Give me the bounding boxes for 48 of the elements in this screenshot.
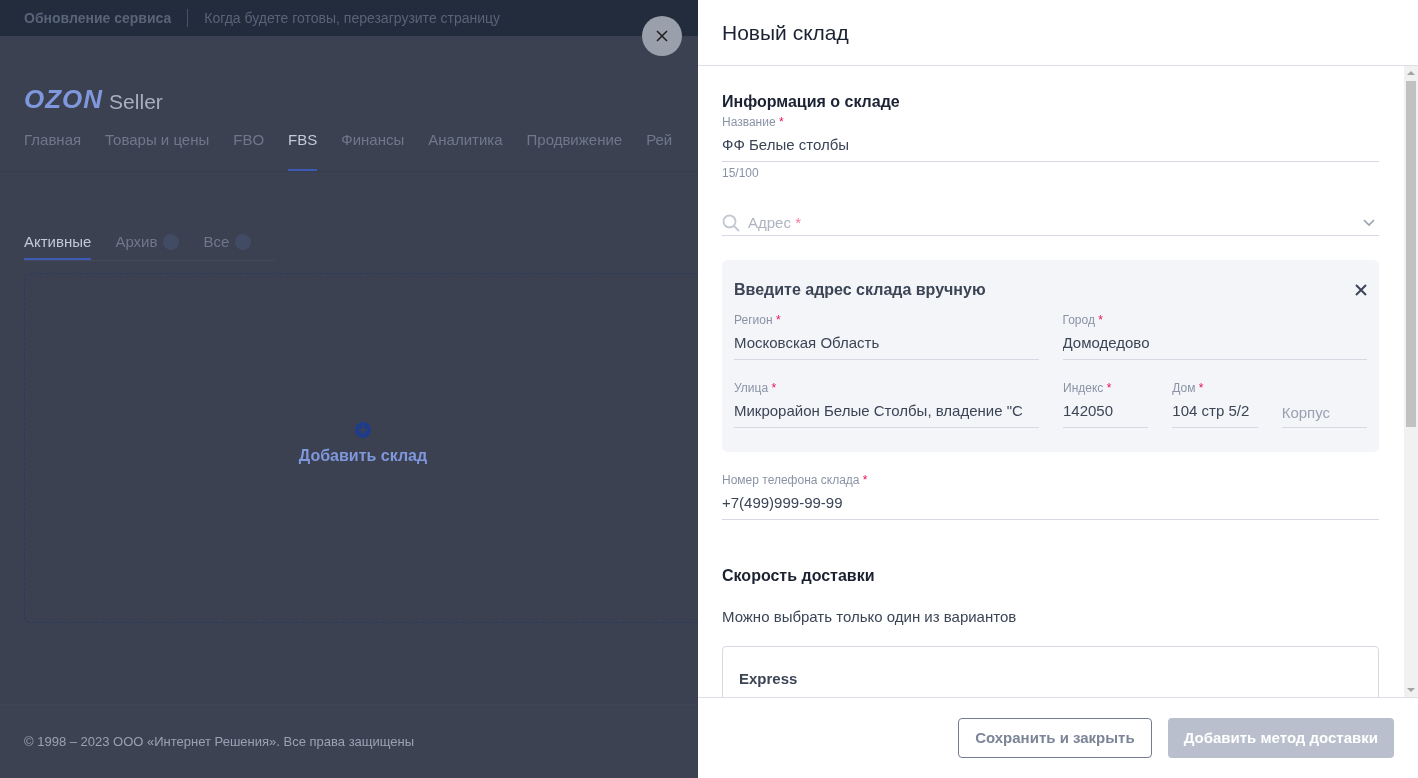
scrollbar[interactable] [1404,66,1418,697]
address-input-field[interactable]: Домодедово [1062,327,1367,360]
field-label: Улица * [734,379,778,396]
plus-icon [355,422,371,438]
close-button[interactable] [642,16,682,56]
field-label: Номер телефона склада * [722,471,869,488]
address-field[interactable]: Адрес * [722,212,1379,236]
nav-tab[interactable]: Рей [646,112,673,171]
banner-message: Когда будете готовы, перезагрузите страницу [204,8,501,28]
field-label: Название * [722,114,785,130]
nav-tab[interactable]: FBO [233,112,265,171]
section-title: Скорость доставки [722,565,876,586]
save-and-close-button[interactable]: Сохранить и закрыть [958,718,1152,758]
field-label: Дом * [1172,379,1205,396]
close-icon [656,30,668,42]
address-input-field[interactable]: Московская Область [734,327,1039,360]
nav-tab[interactable]: Продвижение [526,112,623,171]
address-input-field[interactable]: Микрорайон Белые Столбы, владение "С [734,395,1039,428]
status-tab[interactable]: Все [203,226,252,260]
nav-tab[interactable]: Финансы [341,112,405,171]
field-label: Город * [1062,311,1104,328]
close-icon[interactable] [1355,283,1367,296]
nav-tab[interactable]: Товары и цены [105,112,210,171]
address-input-field[interactable]: 104 стр 5/2 [1172,395,1258,428]
banner-title: Обновление сервиса [24,8,172,28]
hint-text: Можно выбрать только один из вариантов [722,606,1018,627]
character-counter: 15/100 [722,165,760,182]
nav-tab[interactable]: Главная [24,112,82,171]
section-title: Информация о складе [722,92,901,112]
logo-product: Seller [109,91,163,112]
name-field[interactable]: ФФ Белые столбы [722,130,1379,162]
address-input-field[interactable]: 142050 [1063,395,1149,428]
chevron-down-icon [1363,219,1375,228]
add-warehouse-label: Добавить склад [298,446,428,466]
panel-title: Новый склад [722,19,849,46]
card-title: Введите адрес склада вручную [734,279,986,300]
field-label: Индекс * [1063,379,1113,396]
nav-tab[interactable]: Аналитика [428,112,503,171]
nav-tab[interactable]: FBS [288,112,318,171]
logo[interactable]: OZON [24,86,104,112]
copyright-text: © 1998 – 2023 ООО «Интернет Решения». Все права защищены [24,732,415,751]
address-input-field[interactable]: Корпус [1281,395,1367,428]
search-icon [722,214,740,233]
delivery-option-card[interactable]: Express [722,646,1379,697]
status-tab[interactable]: Активные [24,226,92,260]
status-tab[interactable]: Архив [115,226,180,260]
field-label: Регион * [734,311,782,328]
phone-field[interactable]: +7(499)999-99-99 [722,487,1379,520]
